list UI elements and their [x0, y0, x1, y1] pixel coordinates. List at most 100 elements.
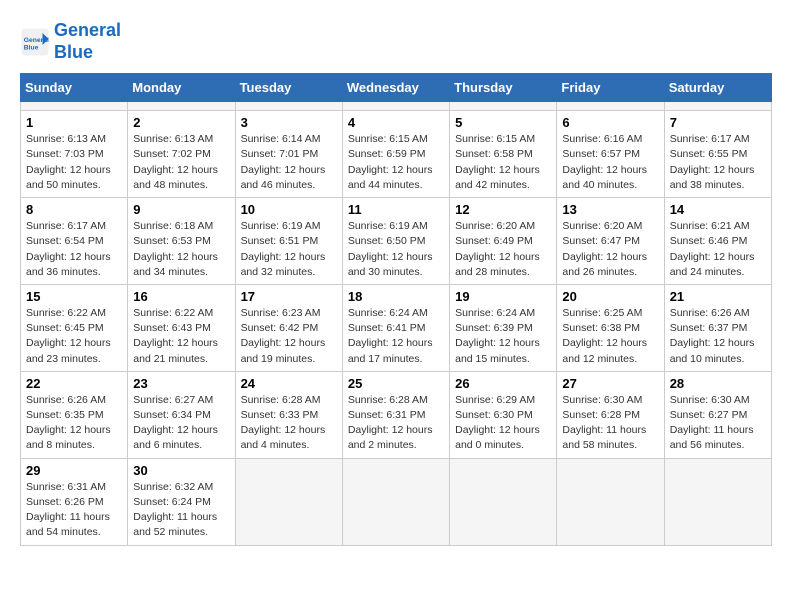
day-info: Sunrise: 6:27 AM Sunset: 6:34 PM Dayligh… — [133, 393, 229, 454]
week-row-4: 22 Sunrise: 6:26 AM Sunset: 6:35 PM Dayli… — [21, 371, 772, 458]
day-number: 26 — [455, 376, 551, 391]
day-number: 21 — [670, 289, 766, 304]
day-info: Sunrise: 6:15 AM Sunset: 6:59 PM Dayligh… — [348, 132, 444, 193]
header-friday: Friday — [557, 74, 664, 102]
logo-icon: General Blue — [20, 27, 50, 57]
day-cell: 22 Sunrise: 6:26 AM Sunset: 6:35 PM Dayli… — [21, 371, 128, 458]
day-cell: 3 Sunrise: 6:14 AM Sunset: 7:01 PM Daylig… — [235, 111, 342, 198]
header-row: SundayMondayTuesdayWednesdayThursdayFrid… — [21, 74, 772, 102]
day-cell: 17 Sunrise: 6:23 AM Sunset: 6:42 PM Dayli… — [235, 284, 342, 371]
day-cell — [664, 102, 771, 111]
day-number: 29 — [26, 463, 122, 478]
day-number: 3 — [241, 115, 337, 130]
day-info: Sunrise: 6:25 AM Sunset: 6:38 PM Dayligh… — [562, 306, 658, 367]
day-info: Sunrise: 6:23 AM Sunset: 6:42 PM Dayligh… — [241, 306, 337, 367]
day-cell — [664, 458, 771, 545]
day-cell: 25 Sunrise: 6:28 AM Sunset: 6:31 PM Dayli… — [342, 371, 449, 458]
day-cell — [235, 458, 342, 545]
day-info: Sunrise: 6:14 AM Sunset: 7:01 PM Dayligh… — [241, 132, 337, 193]
day-cell: 27Sunrise: 6:30 AM Sunset: 6:28 PM Dayli… — [557, 371, 664, 458]
day-cell: 26 Sunrise: 6:29 AM Sunset: 6:30 PM Dayli… — [450, 371, 557, 458]
day-cell: 20 Sunrise: 6:25 AM Sunset: 6:38 PM Dayli… — [557, 284, 664, 371]
day-cell: 9Sunrise: 6:18 AM Sunset: 6:53 PM Daylig… — [128, 198, 235, 285]
day-cell: 19 Sunrise: 6:24 AM Sunset: 6:39 PM Dayli… — [450, 284, 557, 371]
day-cell: 12Sunrise: 6:20 AM Sunset: 6:49 PM Dayli… — [450, 198, 557, 285]
day-number: 12 — [455, 202, 551, 217]
day-cell: 21 Sunrise: 6:26 AM Sunset: 6:37 PM Dayli… — [664, 284, 771, 371]
day-cell: 15 Sunrise: 6:22 AM Sunset: 6:45 PM Dayli… — [21, 284, 128, 371]
day-number: 9 — [133, 202, 229, 217]
header-monday: Monday — [128, 74, 235, 102]
day-cell: 24 Sunrise: 6:28 AM Sunset: 6:33 PM Dayli… — [235, 371, 342, 458]
day-info: Sunrise: 6:15 AM Sunset: 6:58 PM Dayligh… — [455, 132, 551, 193]
day-cell — [450, 102, 557, 111]
day-info: Sunrise: 6:32 AM Sunset: 6:24 PM Dayligh… — [133, 480, 229, 541]
day-info: Sunrise: 6:28 AM Sunset: 6:33 PM Dayligh… — [241, 393, 337, 454]
day-number: 22 — [26, 376, 122, 391]
day-info: Sunrise: 6:13 AM Sunset: 7:02 PM Dayligh… — [133, 132, 229, 193]
logo: General Blue GeneralBlue — [20, 20, 121, 63]
day-number: 14 — [670, 202, 766, 217]
day-info: Sunrise: 6:19 AM Sunset: 6:50 PM Dayligh… — [348, 219, 444, 280]
day-info: Sunrise: 6:28 AM Sunset: 6:31 PM Dayligh… — [348, 393, 444, 454]
calendar-table: SundayMondayTuesdayWednesdayThursdayFrid… — [20, 73, 772, 545]
day-info: Sunrise: 6:19 AM Sunset: 6:51 PM Dayligh… — [241, 219, 337, 280]
day-number: 20 — [562, 289, 658, 304]
day-cell — [450, 458, 557, 545]
day-info: Sunrise: 6:21 AM Sunset: 6:46 PM Dayligh… — [670, 219, 766, 280]
day-number: 30 — [133, 463, 229, 478]
day-number: 28 — [670, 376, 766, 391]
day-cell — [235, 102, 342, 111]
week-row-1: 1 Sunrise: 6:13 AM Sunset: 7:03 PM Daylig… — [21, 111, 772, 198]
week-row-3: 15 Sunrise: 6:22 AM Sunset: 6:45 PM Dayli… — [21, 284, 772, 371]
day-cell: 5Sunrise: 6:15 AM Sunset: 6:58 PM Daylig… — [450, 111, 557, 198]
day-number: 13 — [562, 202, 658, 217]
day-info: Sunrise: 6:24 AM Sunset: 6:41 PM Dayligh… — [348, 306, 444, 367]
day-number: 15 — [26, 289, 122, 304]
day-cell — [21, 102, 128, 111]
day-info: Sunrise: 6:26 AM Sunset: 6:37 PM Dayligh… — [670, 306, 766, 367]
day-info: Sunrise: 6:29 AM Sunset: 6:30 PM Dayligh… — [455, 393, 551, 454]
day-cell: 8 Sunrise: 6:17 AM Sunset: 6:54 PM Daylig… — [21, 198, 128, 285]
day-number: 6 — [562, 115, 658, 130]
day-cell: 23 Sunrise: 6:27 AM Sunset: 6:34 PM Dayli… — [128, 371, 235, 458]
day-info: Sunrise: 6:24 AM Sunset: 6:39 PM Dayligh… — [455, 306, 551, 367]
day-number: 19 — [455, 289, 551, 304]
day-cell: 30 Sunrise: 6:32 AM Sunset: 6:24 PM Dayli… — [128, 458, 235, 545]
day-number: 4 — [348, 115, 444, 130]
day-number: 18 — [348, 289, 444, 304]
day-number: 11 — [348, 202, 444, 217]
day-info: Sunrise: 6:31 AM Sunset: 6:26 PM Dayligh… — [26, 480, 122, 541]
day-cell: 1 Sunrise: 6:13 AM Sunset: 7:03 PM Daylig… — [21, 111, 128, 198]
day-cell — [342, 458, 449, 545]
day-number: 8 — [26, 202, 122, 217]
day-cell: 13 Sunrise: 6:20 AM Sunset: 6:47 PM Dayli… — [557, 198, 664, 285]
day-number: 1 — [26, 115, 122, 130]
day-info: Sunrise: 6:13 AM Sunset: 7:03 PM Dayligh… — [26, 132, 122, 193]
day-cell: 6 Sunrise: 6:16 AM Sunset: 6:57 PM Daylig… — [557, 111, 664, 198]
day-cell: 10 Sunrise: 6:19 AM Sunset: 6:51 PM Dayli… — [235, 198, 342, 285]
day-cell: 28Sunrise: 6:30 AM Sunset: 6:27 PM Dayli… — [664, 371, 771, 458]
logo-text: GeneralBlue — [54, 20, 121, 63]
day-info: Sunrise: 6:20 AM Sunset: 6:47 PM Dayligh… — [562, 219, 658, 280]
day-info: Sunrise: 6:16 AM Sunset: 6:57 PM Dayligh… — [562, 132, 658, 193]
day-number: 17 — [241, 289, 337, 304]
day-cell: 4 Sunrise: 6:15 AM Sunset: 6:59 PM Daylig… — [342, 111, 449, 198]
svg-text:Blue: Blue — [24, 44, 39, 51]
header-thursday: Thursday — [450, 74, 557, 102]
day-number: 25 — [348, 376, 444, 391]
day-number: 24 — [241, 376, 337, 391]
day-info: Sunrise: 6:17 AM Sunset: 6:54 PM Dayligh… — [26, 219, 122, 280]
day-info: Sunrise: 6:26 AM Sunset: 6:35 PM Dayligh… — [26, 393, 122, 454]
day-cell — [128, 102, 235, 111]
day-info: Sunrise: 6:30 AM Sunset: 6:28 PM Dayligh… — [562, 393, 658, 454]
day-number: 10 — [241, 202, 337, 217]
header-tuesday: Tuesday — [235, 74, 342, 102]
header-sunday: Sunday — [21, 74, 128, 102]
day-number: 23 — [133, 376, 229, 391]
day-info: Sunrise: 6:22 AM Sunset: 6:45 PM Dayligh… — [26, 306, 122, 367]
day-number: 16 — [133, 289, 229, 304]
day-number: 7 — [670, 115, 766, 130]
day-cell: 18 Sunrise: 6:24 AM Sunset: 6:41 PM Dayli… — [342, 284, 449, 371]
day-cell: 2Sunrise: 6:13 AM Sunset: 7:02 PM Daylig… — [128, 111, 235, 198]
